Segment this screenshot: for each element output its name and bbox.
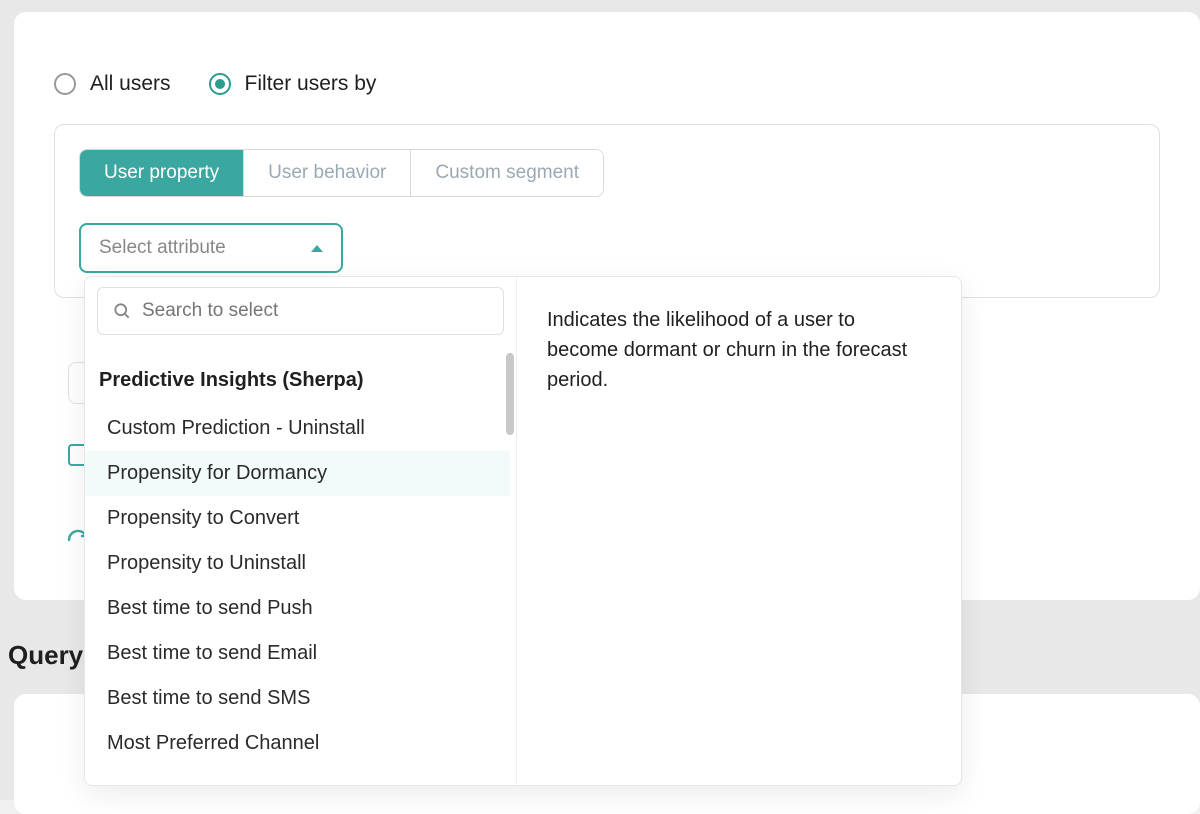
- dropdown-item[interactable]: Custom Prediction - Uninstall: [85, 406, 510, 451]
- dropdown-item[interactable]: Best time to send Push: [85, 586, 510, 631]
- dropdown-item[interactable]: Propensity to Convert: [85, 496, 510, 541]
- caret-up-icon: [311, 245, 323, 252]
- radio-all-users-label: All users: [90, 72, 171, 96]
- radio-filter-users-label: Filter users by: [245, 72, 377, 96]
- dropdown-item[interactable]: Best time to send SMS: [85, 676, 510, 721]
- dropdown-item[interactable]: Propensity for Dormancy: [85, 451, 510, 496]
- user-scope-radios: All users Filter users by: [54, 72, 1160, 96]
- search-icon: [112, 301, 132, 321]
- dropdown-item[interactable]: Best time to send Email: [85, 631, 510, 676]
- select-attribute-dropdown[interactable]: Select attribute: [79, 223, 343, 273]
- dropdown-item[interactable]: Propensity to Uninstall: [85, 541, 510, 586]
- dropdown-search[interactable]: [97, 287, 504, 335]
- dropdown-description-pane: Indicates the likelihood of a user to be…: [517, 277, 961, 785]
- tab-user-property[interactable]: User property: [80, 150, 244, 196]
- tab-custom-segment[interactable]: Custom segment: [411, 150, 603, 196]
- tab-user-behavior[interactable]: User behavior: [244, 150, 411, 196]
- dropdown-item[interactable]: Most Preferred Channel: [85, 721, 510, 766]
- filter-criteria-box: User property User behavior Custom segme…: [54, 124, 1160, 298]
- select-attribute-label: Select attribute: [99, 237, 226, 259]
- dropdown-list-pane: Predictive Insights (Sherpa) Custom Pred…: [85, 277, 517, 785]
- radio-circle-selected-icon: [209, 73, 231, 95]
- radio-all-users[interactable]: All users: [54, 72, 171, 96]
- dropdown-item-description: Indicates the likelihood of a user to be…: [547, 309, 907, 391]
- scrollbar-thumb[interactable]: [506, 353, 514, 435]
- radio-filter-users[interactable]: Filter users by: [209, 72, 377, 96]
- query-heading: Query: [8, 640, 83, 671]
- attribute-dropdown-panel: Predictive Insights (Sherpa) Custom Pred…: [84, 276, 962, 786]
- dropdown-options-list[interactable]: Predictive Insights (Sherpa) Custom Pred…: [85, 345, 516, 785]
- dropdown-group-header: Predictive Insights (Sherpa): [85, 345, 510, 406]
- filter-type-tabs: User property User behavior Custom segme…: [79, 149, 604, 197]
- radio-circle-icon: [54, 73, 76, 95]
- dropdown-search-input[interactable]: [142, 300, 489, 322]
